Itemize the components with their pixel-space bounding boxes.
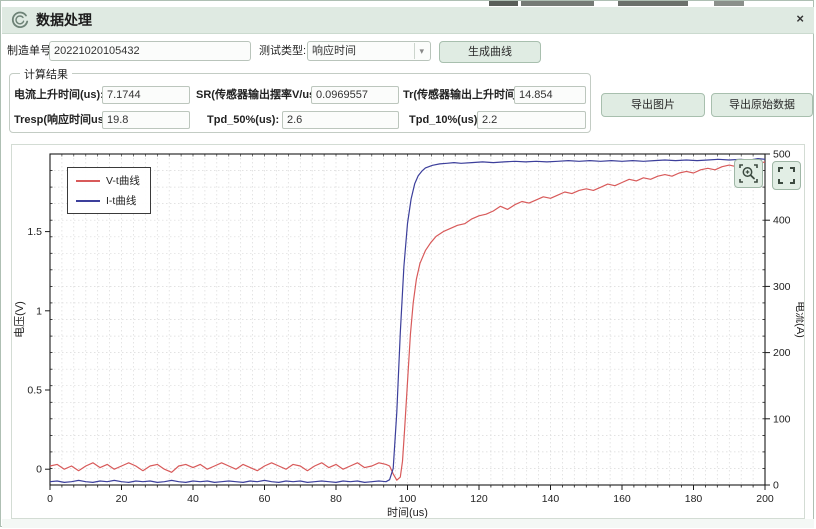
slew-rate-label: SR(传感器输出摆率V/us): bbox=[196, 86, 323, 104]
tpd10-input[interactable] bbox=[477, 111, 586, 129]
export-raw-data-button[interactable]: 导出原始数据 bbox=[711, 93, 813, 117]
svg-text:160: 160 bbox=[613, 493, 631, 505]
svg-text:500: 500 bbox=[773, 149, 791, 161]
svg-text:20: 20 bbox=[116, 493, 128, 505]
close-icon[interactable]: × bbox=[796, 11, 804, 26]
svg-text:180: 180 bbox=[685, 493, 703, 505]
export-image-button[interactable]: 导出图片 bbox=[601, 93, 705, 117]
bottom-strip bbox=[2, 519, 814, 528]
tresp-input[interactable] bbox=[102, 111, 190, 129]
current-rise-time-label: 电流上升时间(us): bbox=[14, 86, 104, 104]
swirl-logo-icon bbox=[10, 10, 30, 30]
chart-panel: 02040608010012014016018020000.511.501002… bbox=[11, 144, 805, 519]
background-window-artifact bbox=[489, 1, 518, 6]
results-groupbox: 计算结果 电流上升时间(us): SR(传感器输出摆率V/us): Tr(传感器… bbox=[9, 73, 591, 133]
zoom-in-magnifier-icon[interactable] bbox=[734, 159, 763, 188]
svg-text:1.5: 1.5 bbox=[27, 226, 42, 238]
tpd50-input[interactable] bbox=[282, 111, 399, 129]
svg-text:电流(A): 电流(A) bbox=[794, 301, 804, 338]
order-number-input[interactable] bbox=[49, 41, 251, 61]
svg-text:60: 60 bbox=[259, 493, 271, 505]
tresp-label: Tresp(响应时间us): bbox=[14, 111, 111, 129]
svg-text:120: 120 bbox=[470, 493, 488, 505]
svg-text:电压(V): 电压(V) bbox=[13, 301, 26, 338]
svg-text:200: 200 bbox=[773, 347, 791, 359]
chart-legend: V-t曲线 I-t曲线 bbox=[67, 167, 151, 214]
svg-text:100: 100 bbox=[773, 413, 791, 425]
svg-text:0: 0 bbox=[36, 464, 42, 476]
background-window-artifact bbox=[521, 1, 594, 6]
svg-text:0: 0 bbox=[47, 493, 53, 505]
titlebar: 数据处理 × bbox=[2, 7, 814, 34]
legend-label: I-t曲线 bbox=[106, 193, 136, 208]
legend-label: V-t曲线 bbox=[106, 173, 140, 188]
blue-line-sample bbox=[76, 200, 100, 202]
slew-rate-input[interactable] bbox=[311, 86, 399, 104]
chevron-down-icon: ▾ bbox=[414, 43, 428, 59]
current-rise-time-input[interactable] bbox=[102, 86, 190, 104]
svg-text:0.5: 0.5 bbox=[27, 385, 42, 397]
svg-text:1: 1 bbox=[36, 305, 42, 317]
legend-item: V-t曲线 bbox=[76, 173, 140, 188]
red-line-sample bbox=[76, 180, 100, 182]
svg-text:400: 400 bbox=[773, 215, 791, 227]
svg-text:300: 300 bbox=[773, 281, 791, 293]
data-processing-window: 数据处理 × 制造单号: 测试类型: 响应时间 ▾ 生成曲线 计算结果 电流上升… bbox=[0, 0, 814, 527]
generate-curve-button[interactable]: 生成曲线 bbox=[439, 41, 541, 63]
window-title: 数据处理 bbox=[36, 10, 92, 30]
svg-text:0: 0 bbox=[773, 480, 779, 492]
svg-text:100: 100 bbox=[399, 493, 417, 505]
test-type-select[interactable]: 响应时间 ▾ bbox=[307, 41, 431, 61]
tpd50-label: Tpd_50%(us): bbox=[207, 111, 279, 129]
background-window-artifact bbox=[618, 1, 688, 6]
order-number-label: 制造单号: bbox=[7, 41, 54, 61]
fullscreen-icon[interactable] bbox=[772, 161, 801, 190]
test-type-label: 测试类型: bbox=[259, 41, 306, 61]
legend-item: I-t曲线 bbox=[76, 193, 140, 208]
background-window-artifact bbox=[714, 1, 744, 6]
svg-text:80: 80 bbox=[330, 493, 342, 505]
results-group-title: 计算结果 bbox=[20, 66, 72, 82]
svg-text:40: 40 bbox=[187, 493, 199, 505]
svg-text:200: 200 bbox=[756, 493, 774, 505]
svg-text:140: 140 bbox=[542, 493, 560, 505]
svg-text:时间(us): 时间(us) bbox=[387, 506, 428, 518]
tr-rise-time-input[interactable] bbox=[514, 86, 586, 104]
test-type-value: 响应时间 bbox=[312, 42, 356, 60]
tpd10-label: Tpd_10%(us): bbox=[409, 111, 481, 129]
